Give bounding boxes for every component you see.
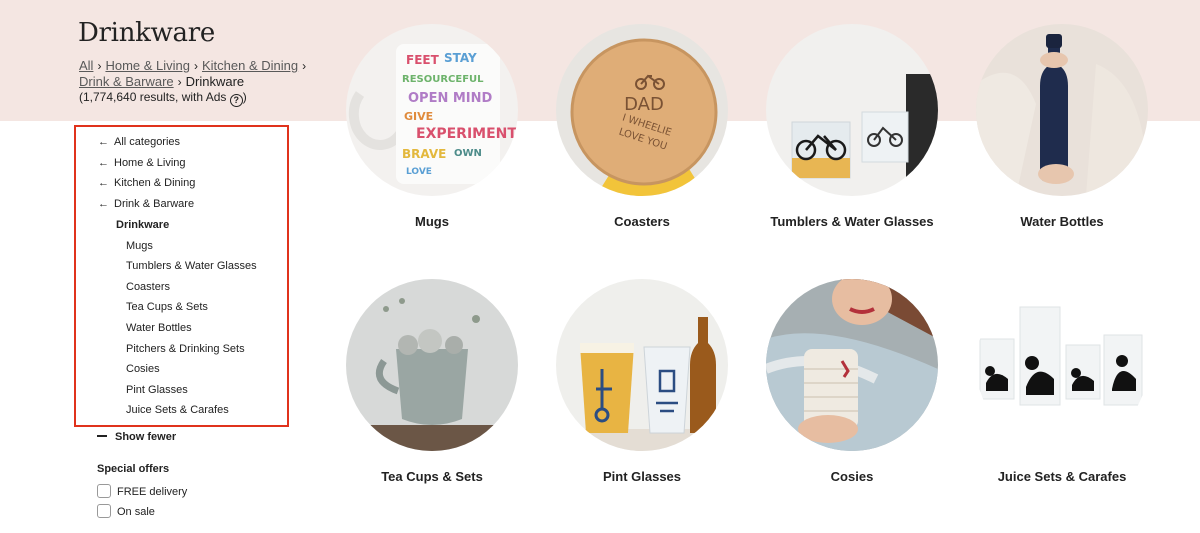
breadcrumb-separator: ›	[302, 59, 307, 73]
breadcrumb-all[interactable]: All	[79, 58, 93, 73]
results-count: (1,774,640 results, with Ads ?)	[79, 90, 247, 107]
subcategory-tumblers[interactable]: Tumblers & Water Glasses	[126, 260, 257, 272]
svg-text:OWN: OWN	[454, 148, 482, 159]
svg-text:STAY: STAY	[444, 51, 477, 65]
breadcrumb-kitchen-dining[interactable]: Kitchen & Dining	[202, 58, 298, 73]
breadcrumb: All › Home & Living › Kitchen & Dining › Drin…	[79, 58, 329, 90]
tile-label: Cosies	[830, 469, 874, 484]
svg-text:RESOURCEFUL: RESOURCEFUL	[402, 74, 484, 85]
category-label: Home & Living	[114, 157, 186, 169]
tea-cup-image	[346, 279, 518, 451]
subcategory-pitchers[interactable]: Pitchers & Drinking Sets	[126, 343, 245, 355]
pint-glass-image	[556, 279, 728, 451]
special-offers-title: Special offers	[97, 463, 170, 475]
tile-label: Mugs	[415, 214, 449, 229]
subcategory-tea-cups[interactable]: Tea Cups & Sets	[126, 301, 208, 313]
svg-text:OPEN MIND: OPEN MIND	[408, 91, 493, 106]
category-label: All categories	[114, 136, 181, 148]
checkbox-icon	[97, 484, 111, 498]
category-tile-coasters[interactable]: DAD I WHEELIE LOVE YOU Coasters	[556, 24, 728, 229]
tile-label: Tumblers & Water Glasses	[770, 214, 934, 229]
category-parent-all[interactable]: ← All categories	[98, 136, 180, 148]
results-text: (1,774,640 results, with Ads	[79, 90, 227, 104]
category-tile-tumblers[interactable]: Tumblers & Water Glasses	[766, 24, 938, 229]
category-tile-cosies[interactable]: Cosies	[766, 279, 938, 484]
svg-text:GIVE: GIVE	[404, 110, 433, 123]
category-tile-juice-sets[interactable]: Juice Sets & Carafes	[976, 279, 1148, 484]
coaster-text-line1: DAD	[624, 94, 664, 115]
tile-label: Pint Glasses	[602, 469, 682, 484]
category-tile-tea-cups[interactable]: Tea Cups & Sets	[346, 279, 518, 484]
category-label: Drink & Barware	[114, 198, 195, 210]
free-delivery-checkbox[interactable]: FREE delivery	[97, 484, 187, 498]
category-parent-home-living[interactable]: ← Home & Living	[98, 157, 186, 169]
minus-icon	[97, 435, 107, 437]
breadcrumb-separator: ›	[194, 59, 198, 73]
mug-image: FEET STAY RESOURCEFUL OPEN MIND GIVE EXP…	[346, 24, 518, 196]
breadcrumb-drink-barware[interactable]: Drink & Barware	[79, 74, 174, 89]
category-tile-water-bottles[interactable]: Water Bottles	[976, 24, 1148, 229]
subcategory-water-bottles[interactable]: Water Bottles	[126, 322, 192, 334]
category-highlight-box	[74, 125, 289, 427]
svg-text:EXPERIMENT: EXPERIMENT	[416, 126, 517, 142]
back-arrow-icon: ←	[98, 198, 109, 210]
juice-set-image	[976, 279, 1148, 451]
back-arrow-icon: ←	[98, 177, 109, 189]
tile-label: Coasters	[614, 214, 670, 229]
back-arrow-icon: ←	[98, 136, 109, 148]
offer-label: On sale	[117, 506, 155, 518]
category-current: Drinkware	[116, 219, 170, 231]
tumbler-image	[766, 24, 938, 196]
show-fewer-label: Show fewer	[115, 431, 177, 443]
tile-label: Tea Cups & Sets	[381, 469, 483, 484]
breadcrumb-home-living[interactable]: Home & Living	[105, 58, 190, 73]
category-parent-drink-barware[interactable]: ← Drink & Barware	[98, 198, 194, 210]
results-close: )	[242, 90, 247, 104]
category-parent-kitchen-dining[interactable]: ← Kitchen & Dining	[98, 177, 195, 189]
subcategory-mugs[interactable]: Mugs	[126, 240, 153, 252]
help-icon[interactable]: ?	[229, 94, 243, 107]
water-bottle-image	[976, 24, 1148, 196]
page-title: Drinkware	[78, 18, 215, 48]
breadcrumb-separator: ›	[97, 59, 102, 73]
breadcrumb-separator: ›	[177, 75, 182, 89]
subcategory-juice-sets[interactable]: Juice Sets & Carafes	[126, 404, 229, 416]
tile-label: Water Bottles	[1020, 214, 1104, 229]
checkbox-icon	[97, 504, 111, 518]
coaster-image: DAD I WHEELIE LOVE YOU	[556, 24, 728, 196]
svg-text:LOVE: LOVE	[406, 167, 432, 177]
on-sale-checkbox[interactable]: On sale	[97, 504, 155, 518]
subcategory-cosies[interactable]: Cosies	[126, 363, 160, 375]
svg-text:FEET: FEET	[406, 53, 440, 67]
svg-text:BRAVE: BRAVE	[402, 147, 446, 161]
breadcrumb-current: Drinkware	[185, 74, 245, 89]
category-tile-pint-glasses[interactable]: Pint Glasses	[556, 279, 728, 484]
offer-label: FREE delivery	[117, 486, 188, 498]
back-arrow-icon: ←	[98, 157, 109, 169]
subcategory-coasters[interactable]: Coasters	[126, 281, 170, 293]
category-label: Kitchen & Dining	[114, 177, 196, 189]
subcategory-pint-glasses[interactable]: Pint Glasses	[126, 384, 188, 396]
tile-label: Juice Sets & Carafes	[997, 469, 1127, 484]
show-fewer-button[interactable]: Show fewer	[97, 431, 176, 443]
category-tile-mugs[interactable]: FEET STAY RESOURCEFUL OPEN MIND GIVE EXP…	[346, 24, 518, 229]
cosy-image	[766, 279, 938, 451]
